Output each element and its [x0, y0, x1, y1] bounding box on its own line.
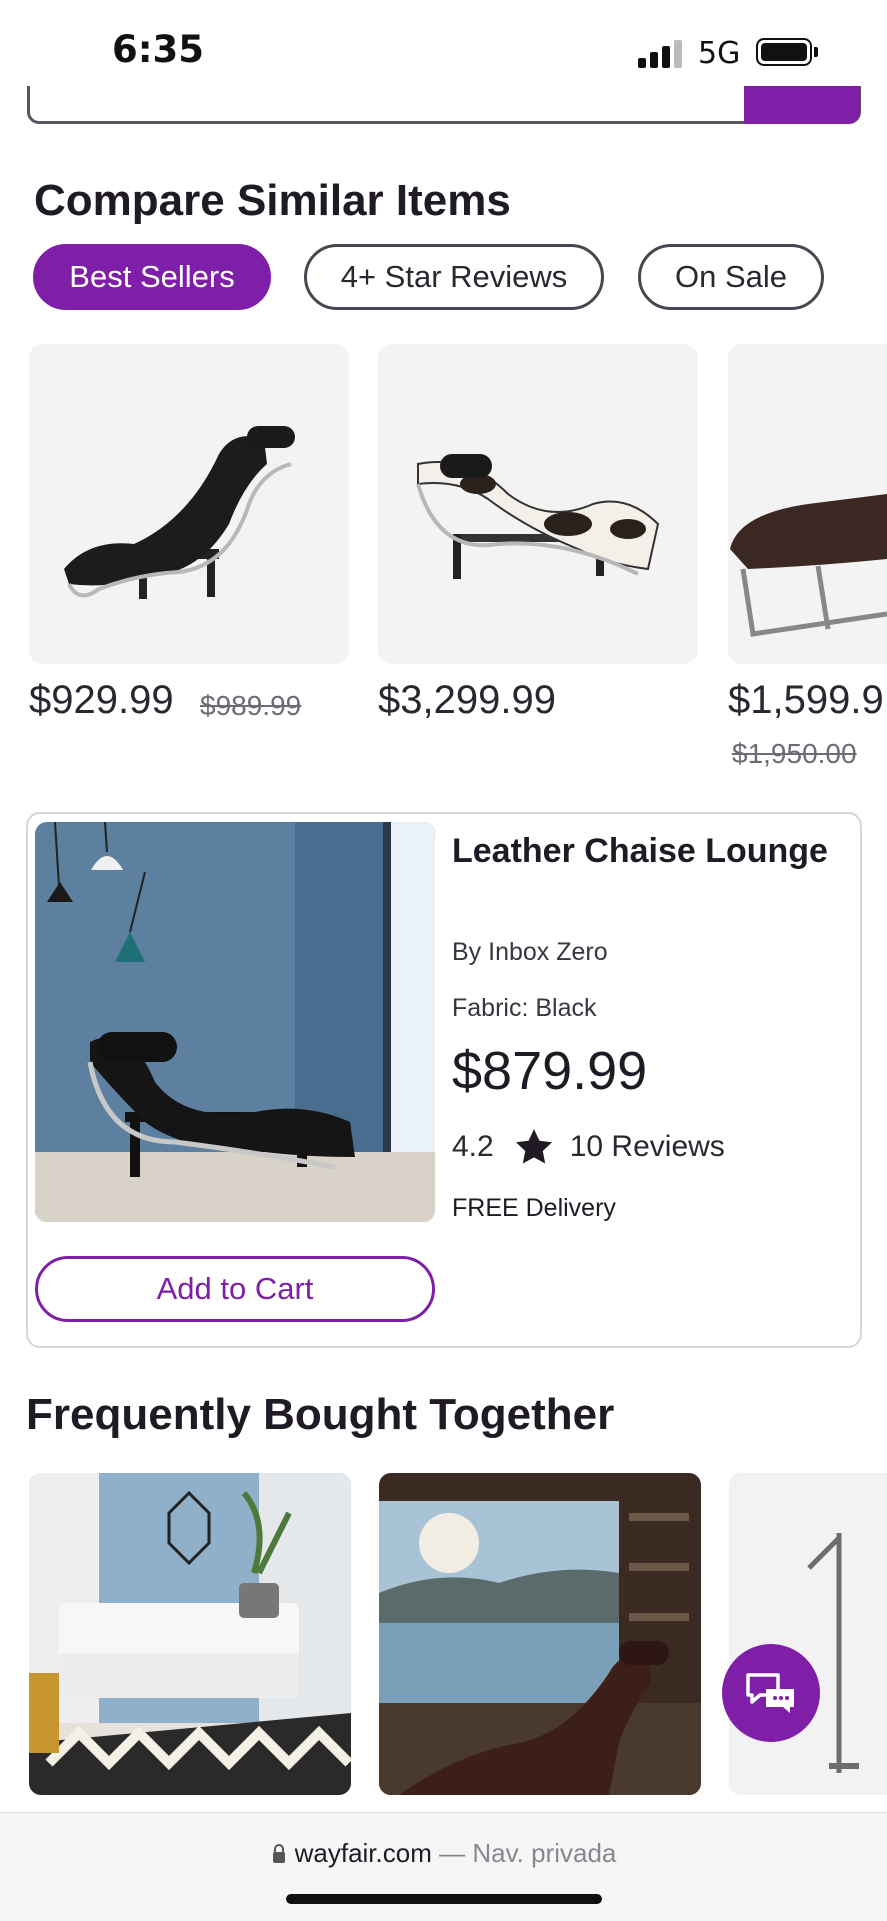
- home-indicator[interactable]: [286, 1894, 602, 1904]
- status-time: 6:35: [112, 28, 205, 71]
- fbt-image-1[interactable]: [29, 1473, 351, 1795]
- url-domain: wayfair.com: [294, 1838, 432, 1868]
- battery-tip: [814, 47, 818, 57]
- featured-brand[interactable]: By Inbox Zero: [452, 938, 608, 967]
- chat-icon: [746, 1673, 794, 1713]
- search-input[interactable]: [27, 86, 861, 124]
- add-to-cart-button[interactable]: Add to Cart: [35, 1256, 435, 1322]
- compare-title: Compare Similar Items: [34, 176, 511, 225]
- product-old-price-3: $1,950.00: [732, 738, 857, 769]
- lock-icon: [272, 1844, 285, 1863]
- star-icon: [515, 1129, 552, 1164]
- filter-star-reviews[interactable]: 4+ Star Reviews: [304, 244, 604, 310]
- signal-icon: [638, 40, 684, 68]
- network-label: 5G: [698, 36, 741, 71]
- product-old-price-1: $989.99: [200, 690, 302, 721]
- private-mode-label: — Nav. privada: [439, 1838, 617, 1868]
- delivery-info: FREE Delivery: [452, 1194, 616, 1222]
- product-price-3: $1,599.9: [728, 678, 884, 722]
- filter-best-sellers[interactable]: Best Sellers: [33, 244, 271, 310]
- address-bar[interactable]: wayfair.com — Nav. privada: [0, 1838, 887, 1869]
- chat-button[interactable]: [722, 1644, 820, 1742]
- featured-product-image[interactable]: [35, 822, 435, 1222]
- product-price-1: $929.99: [29, 678, 174, 722]
- featured-price: $879.99: [452, 1041, 648, 1101]
- fbt-title: Frequently Bought Together: [26, 1390, 615, 1439]
- product-image-2[interactable]: [378, 344, 698, 664]
- rating-value: 4.2: [452, 1130, 494, 1163]
- review-count: 10 Reviews: [569, 1130, 725, 1163]
- fbt-image-3[interactable]: [729, 1473, 887, 1795]
- filter-on-sale[interactable]: On Sale: [638, 244, 824, 310]
- featured-fabric: Fabric: Black: [452, 994, 597, 1022]
- featured-rating[interactable]: 4.2 10 Reviews: [452, 1126, 725, 1168]
- search-button[interactable]: [744, 86, 860, 124]
- fbt-image-2[interactable]: [379, 1473, 701, 1795]
- product-price-2: $3,299.99: [378, 678, 556, 722]
- battery-icon: [756, 38, 812, 66]
- product-image-3[interactable]: [728, 344, 887, 664]
- featured-product-title[interactable]: Leather Chaise Lounge: [452, 826, 832, 876]
- product-image-1[interactable]: [29, 344, 349, 664]
